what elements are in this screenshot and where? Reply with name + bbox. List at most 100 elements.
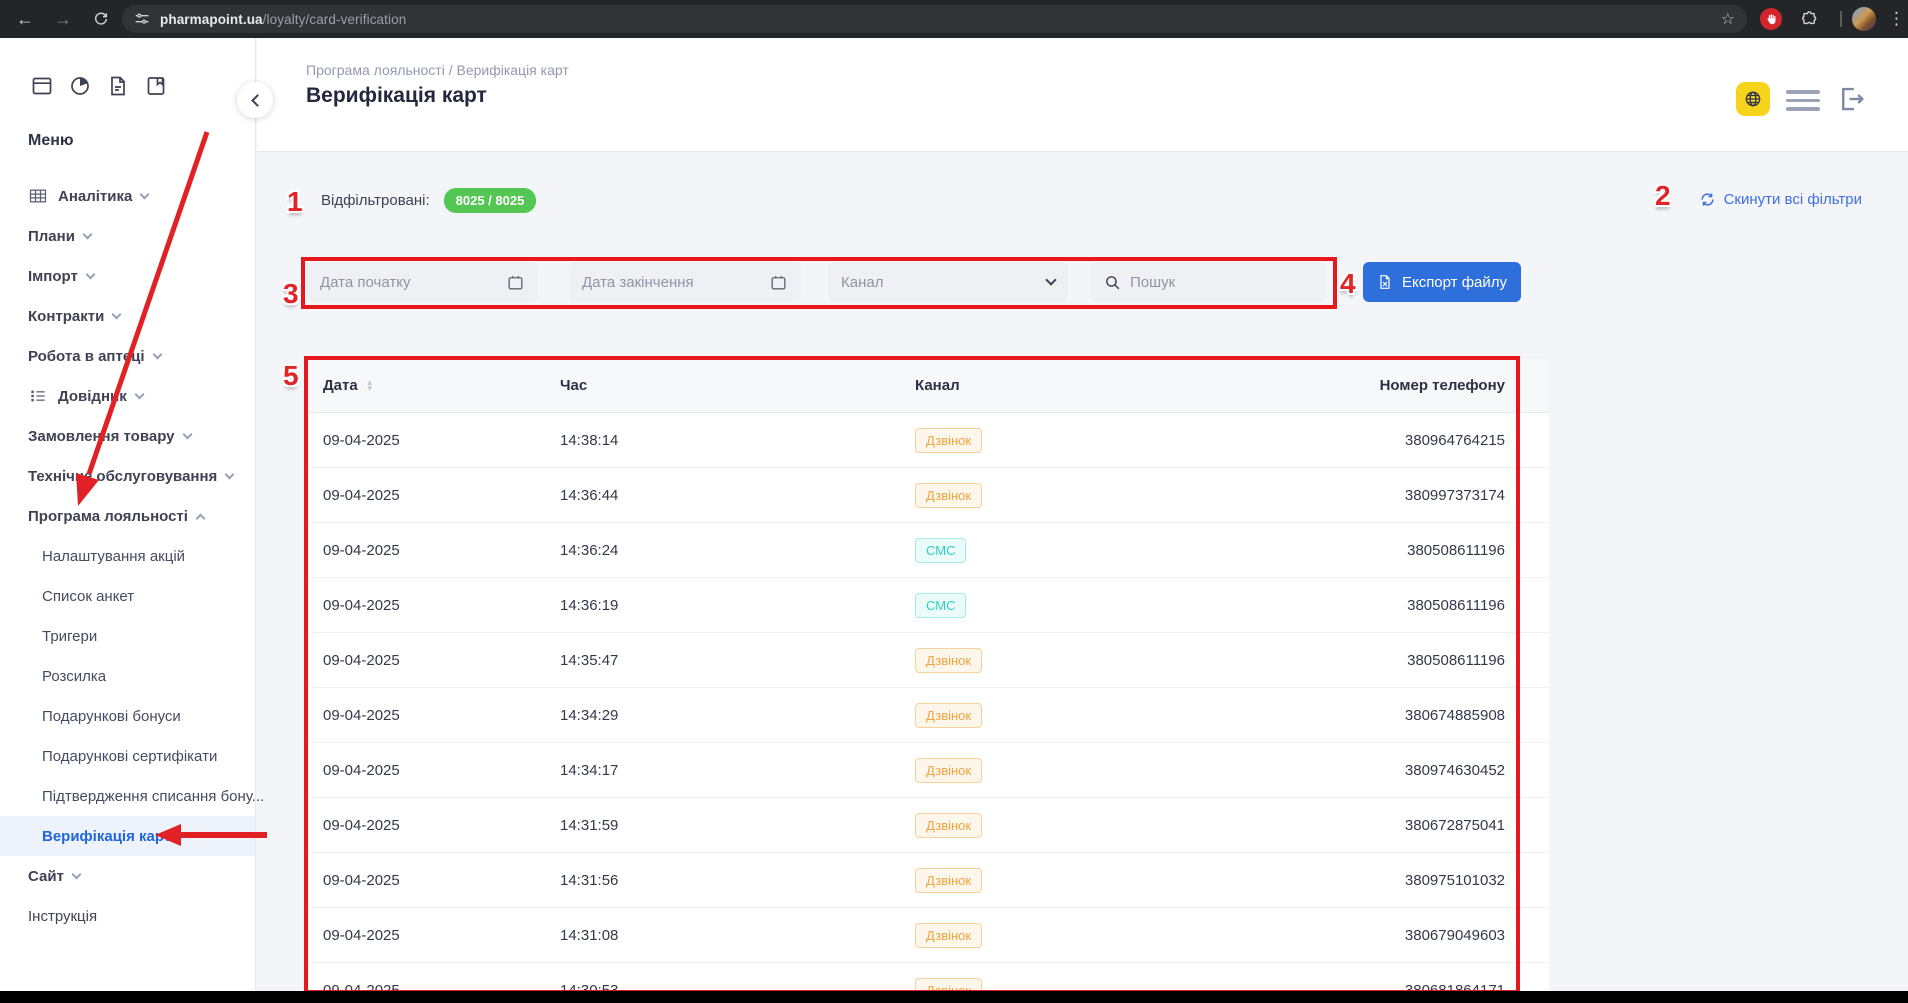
search-field[interactable] <box>1091 262 1325 302</box>
calendar-icon[interactable] <box>506 273 525 292</box>
sidebar-subitem-spysok-anket[interactable]: Список анкет <box>0 576 255 616</box>
date-start-input[interactable] <box>320 274 506 291</box>
annotation-number-5: 5 <box>283 360 299 392</box>
table-row[interactable]: 09-04-2025 14:35:47 Дзвінок 380508611196 <box>309 633 1549 688</box>
sidebar-subitem-label: Подарункові бонуси <box>42 708 181 725</box>
sidebar-item-import[interactable]: Імпорт <box>0 256 255 296</box>
sidebar-subitem-pidtverdzhennya-spysannya[interactable]: Підтвердження списання бону... <box>0 776 255 816</box>
channel-badge-call: Дзвінок <box>915 703 982 728</box>
sidebar-subitem-rozsylka[interactable]: Розсилка <box>0 656 255 696</box>
sidebar-item-programa-loyalnosti[interactable]: Програма лояльності <box>0 496 255 536</box>
channel-badge-call: Дзвінок <box>915 758 982 783</box>
channel-select[interactable]: Канал <box>828 262 1068 302</box>
channel-badge-call: Дзвінок <box>915 868 982 893</box>
table-row[interactable]: 09-04-2025 14:31:56 Дзвінок 380975101032 <box>309 853 1549 908</box>
browser-address-bar[interactable]: pharmapoint.ua/loyalty/card-verification… <box>122 5 1747 33</box>
table-row[interactable]: 09-04-2025 14:34:17 Дзвінок 380974630452 <box>309 743 1549 798</box>
sidebar-subitem-nalashtuvannya-akciy[interactable]: Налаштування акцій <box>0 536 255 576</box>
annotation-number-3: 3 <box>283 278 299 310</box>
table-row[interactable]: 09-04-2025 14:38:14 Дзвінок 380964764215 <box>309 413 1549 468</box>
annotation-number-1: 1 <box>287 186 303 218</box>
sidebar-item-tekhnichne-obslugovuvannya[interactable]: Технічне обслуговування <box>0 456 255 496</box>
sidebar-item-label: Імпорт <box>28 268 78 285</box>
verification-table: Дата ▲▼ Час Канал Номер телефону 09-04-2… <box>309 359 1549 1003</box>
cell-date: 09-04-2025 <box>323 872 560 889</box>
column-label: Дата <box>323 377 358 394</box>
sort-icon[interactable]: ▲▼ <box>366 380 374 392</box>
cell-channel: Дзвінок <box>915 648 1289 673</box>
sidebar-subitem-veryfikaciya-kart-active[interactable]: Верифікація карт <box>0 816 255 856</box>
sidebar-item-dovidnyk[interactable]: Довідник <box>0 376 255 416</box>
browser-profile-avatar[interactable] <box>1852 7 1876 31</box>
sidebar-collapse-button[interactable] <box>237 82 273 118</box>
cell-time: 14:34:29 <box>560 707 915 724</box>
xlsx-file-icon <box>1377 274 1393 290</box>
table-row[interactable]: 09-04-2025 14:36:24 СМС 380508611196 <box>309 523 1549 578</box>
adblock-extension-icon[interactable] <box>1760 8 1782 30</box>
reset-filters-button[interactable]: Скинути всі фільтри <box>1699 191 1862 208</box>
language-globe-button[interactable] <box>1736 82 1770 116</box>
cell-channel: Дзвінок <box>915 703 1289 728</box>
date-start-field[interactable] <box>307 262 538 302</box>
sidebar-item-plany[interactable]: Плани <box>0 216 255 256</box>
book-bookmark-icon[interactable] <box>144 74 168 98</box>
chevron-down-icon <box>152 349 162 359</box>
channel-badge-call: Дзвінок <box>915 923 982 948</box>
table-header-row: Дата ▲▼ Час Канал Номер телефону <box>309 359 1549 413</box>
document-icon[interactable] <box>106 74 130 98</box>
archive-box-icon[interactable] <box>30 74 54 98</box>
search-input[interactable] <box>1130 274 1312 291</box>
pie-chart-icon[interactable] <box>68 74 92 98</box>
cell-phone: 380997373174 <box>1289 487 1549 504</box>
table-row[interactable]: 09-04-2025 14:34:29 Дзвінок 380674885908 <box>309 688 1549 743</box>
sidebar-subitem-podarunkovi-sertyfikaty[interactable]: Подарункові сертифікати <box>0 736 255 776</box>
table-row[interactable]: 09-04-2025 14:36:44 Дзвінок 380997373174 <box>309 468 1549 523</box>
cell-channel: Дзвінок <box>915 868 1289 893</box>
cell-channel: Дзвінок <box>915 758 1289 783</box>
sidebar-subitem-label: Верифікація карт <box>42 828 171 845</box>
cell-channel: Дзвінок <box>915 428 1289 453</box>
main-content: Програма лояльності / Верифікація карт В… <box>257 38 1908 1003</box>
sidebar-item-robota-v-apteci[interactable]: Робота в аптеці <box>0 336 255 376</box>
chevron-down-icon <box>71 869 81 879</box>
cell-phone: 380964764215 <box>1289 432 1549 449</box>
sidebar-item-kontrakty[interactable]: Контракти <box>0 296 255 336</box>
date-end-input[interactable] <box>582 274 769 291</box>
export-file-button[interactable]: Експорт файлу <box>1363 262 1521 302</box>
cell-time: 14:38:14 <box>560 432 915 449</box>
sidebar-subitem-trygery[interactable]: Тригери <box>0 616 255 656</box>
extensions-puzzle-icon[interactable] <box>1798 8 1820 30</box>
menu-hamburger-icon[interactable] <box>1786 90 1820 116</box>
sidebar-item-label: Плани <box>28 228 75 245</box>
annotation-number-2: 2 <box>1655 180 1671 212</box>
sidebar-subitem-podarunkovi-bonusy[interactable]: Подарункові бонуси <box>0 696 255 736</box>
table-row[interactable]: 09-04-2025 14:31:08 Дзвінок 380679049603 <box>309 908 1549 963</box>
cell-time: 14:36:44 <box>560 487 915 504</box>
breadcrumb: Програма лояльності / Верифікація карт <box>306 62 569 78</box>
date-end-field[interactable] <box>569 262 801 302</box>
browser-refresh-icon[interactable] <box>84 0 118 38</box>
table-row[interactable]: 09-04-2025 14:31:59 Дзвінок 380672875041 <box>309 798 1549 853</box>
sidebar-item-zamovlennya-tovaru[interactable]: Замовлення товару <box>0 416 255 456</box>
browser-menu-icon[interactable]: ⋮ <box>1888 0 1905 38</box>
sidebar-item-instrukciya[interactable]: Інструкція <box>0 896 255 936</box>
browser-forward-icon[interactable]: → <box>46 0 80 38</box>
cell-time: 14:31:56 <box>560 872 915 889</box>
sidebar-item-label: Програма лояльності <box>28 508 188 525</box>
cell-time: 14:34:17 <box>560 762 915 779</box>
bookmark-star-icon[interactable]: ☆ <box>1721 9 1735 29</box>
browser-back-icon[interactable]: ← <box>8 0 42 38</box>
sidebar-item-label: Замовлення товару <box>28 428 175 445</box>
globe-icon <box>1743 89 1763 109</box>
sidebar-subitem-label: Список анкет <box>42 588 134 605</box>
cell-phone: 380679049603 <box>1289 927 1549 944</box>
sidebar-item-sait[interactable]: Сайт <box>0 856 255 896</box>
sidebar-item-analitika[interactable]: Аналітика <box>0 176 255 216</box>
calendar-icon[interactable] <box>769 273 788 292</box>
table-row[interactable]: 09-04-2025 14:36:19 СМС 380508611196 <box>309 578 1549 633</box>
sidebar-subitem-label: Розсилка <box>42 668 106 685</box>
cell-date: 09-04-2025 <box>323 487 560 504</box>
column-header-date[interactable]: Дата ▲▼ <box>323 377 560 394</box>
site-settings-icon[interactable] <box>134 11 150 27</box>
logout-icon[interactable] <box>1837 84 1867 114</box>
